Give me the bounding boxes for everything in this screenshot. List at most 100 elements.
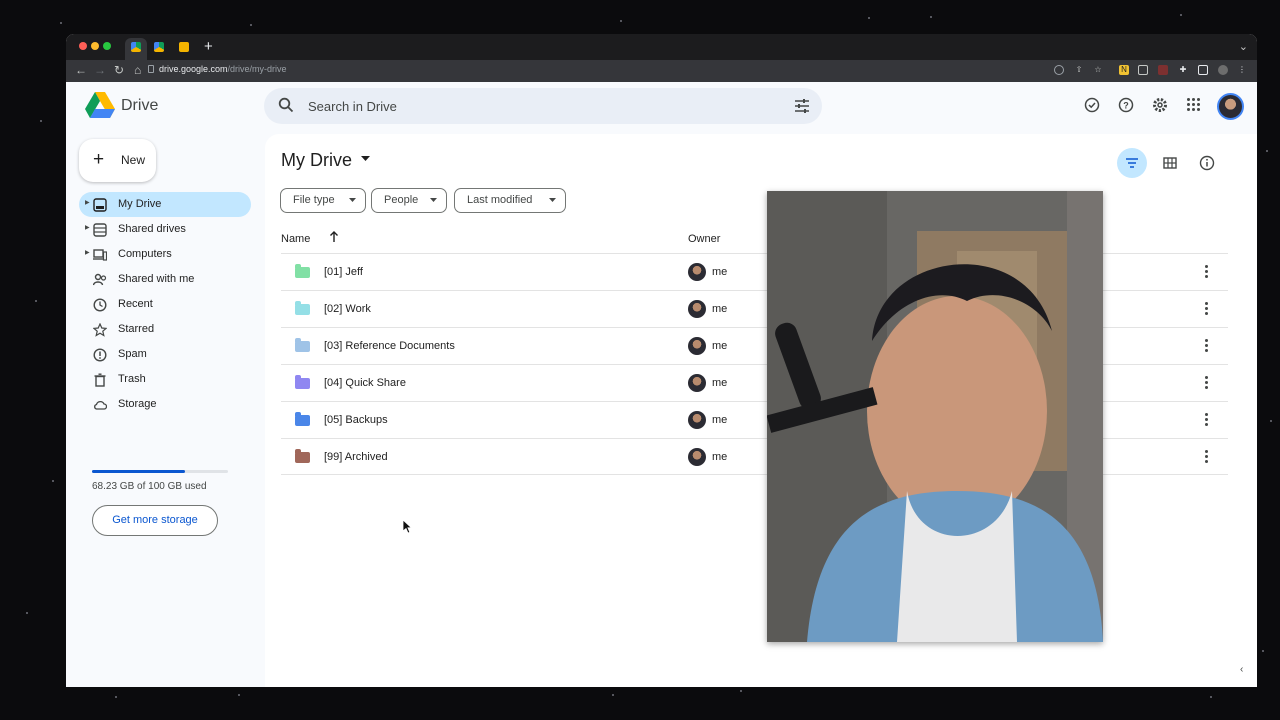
more-actions-icon[interactable] [1205,339,1209,354]
new-button-label: New [121,153,146,167]
tab-search-icon[interactable]: ⌄ [1239,40,1248,53]
clock-icon [93,298,107,312]
drive-logo-icon[interactable] [85,92,115,118]
expand-arrow-icon[interactable]: ▶ [85,199,90,206]
storage-usage-text: 68.23 GB of 100 GB used [92,481,207,492]
sidebar-item-spam[interactable]: Spam [79,342,251,367]
tab-drive-2[interactable] [154,42,164,52]
tab-slides[interactable] [179,42,189,52]
browser-menu-icon[interactable]: ⋮ [1237,65,1247,75]
trash-icon [94,373,106,387]
details-button[interactable] [1192,148,1222,178]
column-header-owner[interactable]: Owner [688,233,720,245]
column-header-name[interactable]: Name [281,233,310,245]
search-input[interactable]: Search in Drive [308,99,397,114]
ready-for-offline-icon[interactable] [1084,97,1100,113]
url-host: drive.google.com [159,64,228,74]
title-dropdown-icon[interactable] [361,156,370,162]
extension-badge-icon[interactable] [1158,65,1168,75]
sidebar-item-label: My Drive [118,198,162,210]
filter-toggle-button[interactable] [1117,148,1147,178]
people-filter[interactable]: People [371,188,447,213]
app-name: Drive [121,97,159,114]
reload-icon[interactable]: ↻ [114,63,124,77]
sidebar-item-storage[interactable]: Storage [79,392,251,417]
star-icon [93,323,107,337]
more-actions-icon[interactable] [1205,302,1209,317]
dropdown-arrow-icon [349,198,356,202]
file-type-filter[interactable]: File type [280,188,366,213]
settings-gear-icon[interactable] [1152,97,1168,113]
last-modified-filter[interactable]: Last modified [454,188,566,213]
sync-icon[interactable] [1054,65,1064,75]
grid-view-button[interactable] [1155,148,1185,178]
file-name: [04] Quick Share [324,377,406,389]
filter-icon [1126,158,1138,168]
side-panel-toggle-icon[interactable]: ‹ [1240,664,1243,675]
search-options-icon[interactable] [794,98,810,114]
folder-icon [295,264,310,278]
sidebar-item-my-drive[interactable]: ▶ My Drive [79,192,251,217]
profile-icon[interactable] [1218,65,1228,75]
owner-name: me [712,451,728,463]
more-actions-icon[interactable] [1205,265,1209,280]
folder-icon [295,301,310,315]
new-button[interactable]: + New [79,139,156,182]
account-avatar[interactable] [1217,93,1244,120]
owner-avatar [688,337,706,355]
svg-text:?: ? [1123,101,1129,111]
forward-icon[interactable]: → [94,63,106,77]
sidebar-item-recent[interactable]: Recent [79,292,251,317]
search-icon[interactable] [278,97,294,113]
sidebar-item-label: Spam [118,348,147,360]
drive-favicon [131,42,141,52]
more-actions-icon[interactable] [1205,376,1209,391]
sidebar-item-starred[interactable]: Starred [79,317,251,342]
extensions-puzzle-icon[interactable]: ✚ [1178,65,1188,75]
computers-icon [93,249,107,261]
side-panel-icon[interactable] [1198,65,1208,75]
sidebar-item-shared-drives[interactable]: ▶ Shared drives [79,217,251,242]
sidebar-item-shared-with-me[interactable]: Shared with me [79,267,251,292]
sidebar-item-trash[interactable]: Trash [79,367,251,392]
browser-tab-bar: + ⌄ [66,34,1257,60]
minimize-window-button[interactable] [91,42,99,50]
expand-arrow-icon[interactable]: ▶ [85,224,90,231]
extension-n-icon[interactable]: N [1119,65,1129,75]
file-name: [03] Reference Documents [324,340,455,352]
more-actions-icon[interactable] [1205,413,1209,428]
maximize-window-button[interactable] [103,42,111,50]
page-title[interactable]: My Drive [281,150,352,171]
sort-ascending-icon[interactable] [329,231,339,243]
sidebar-nav: ▶ My Drive ▶ Shared drives ▶ Computers S… [79,192,251,417]
bookmark-star-icon[interactable]: ☆ [1093,65,1103,75]
storage-progress-fill [92,470,185,473]
file-name: [99] Archived [324,451,388,463]
owner-avatar [688,411,706,429]
folder-icon [295,338,310,352]
mouse-cursor-icon [403,520,413,534]
filter-label: People [384,194,419,206]
close-window-button[interactable] [79,42,87,50]
home-icon[interactable]: ⌂ [134,63,141,77]
sidebar-item-label: Computers [118,248,172,260]
browser-toolbar: ← → ↻ ⌂ drive.google.com/drive/my-drive … [66,60,1257,82]
cloud-icon [94,400,107,410]
search-bar[interactable]: Search in Drive [264,88,822,124]
extension-edit-icon[interactable] [1138,65,1148,75]
back-icon[interactable]: ← [75,63,87,77]
share-icon[interactable]: ⇧ [1074,65,1084,75]
owner-avatar [688,263,706,281]
address-bar[interactable]: drive.google.com/drive/my-drive [159,64,287,74]
more-actions-icon[interactable] [1205,450,1209,465]
get-more-storage-button[interactable]: Get more storage [92,505,218,536]
new-tab-button[interactable]: + [204,38,213,55]
file-name: [01] Jeff [324,266,363,278]
sidebar-item-computers[interactable]: ▶ Computers [79,242,251,267]
apps-grid-icon[interactable] [1186,97,1201,112]
sidebar-item-label: Storage [118,398,157,410]
expand-arrow-icon[interactable]: ▶ [85,249,90,256]
filter-label: Last modified [467,194,533,206]
shared-with-me-icon [93,273,107,286]
help-icon[interactable]: ? [1118,97,1134,113]
